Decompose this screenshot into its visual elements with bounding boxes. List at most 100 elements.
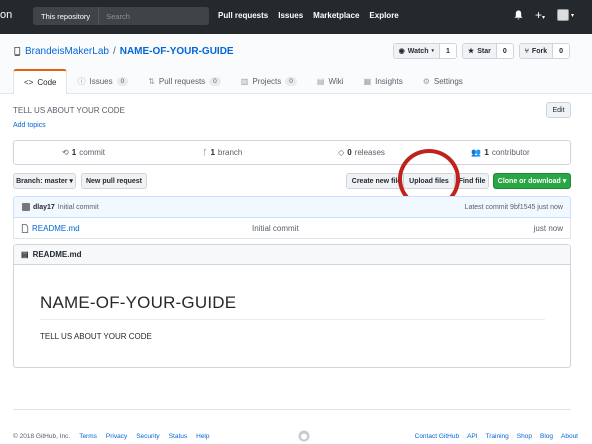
readme-heading: NAME-OF-YOUR-GUIDE — [40, 293, 237, 312]
projects-count: 0 — [285, 77, 297, 86]
user-menu[interactable]: ▾ — [556, 9, 574, 21]
repo-name-link[interactable]: NAME-OF-YOUR-GUIDE — [120, 46, 234, 57]
repo-tabs: <> Code ⓘ Issues 0 ⇅ Pull requests 0 ▥ Project… — [13, 69, 473, 94]
footer-link-about[interactable]: About — [561, 433, 578, 440]
star-count[interactable]: 0 — [495, 44, 513, 58]
tab-pull-requests[interactable]: ⇅ Pull requests 0 — [138, 69, 231, 94]
footer-link-shop[interactable]: Shop — [517, 433, 532, 440]
nav-pull-requests[interactable]: Pull requests — [218, 11, 268, 20]
readme-title: README.md — [32, 250, 82, 259]
footer-link-terms[interactable]: Terms — [79, 433, 97, 440]
repo-description: TELL US ABOUT YOUR CODE — [13, 106, 125, 115]
repo-icon — [14, 47, 21, 56]
footer-divider — [13, 409, 571, 410]
create-new-icon[interactable]: +▾ — [535, 9, 545, 21]
footer-link-blog[interactable]: Blog — [540, 433, 553, 440]
footer-link-status[interactable]: Status — [169, 433, 187, 440]
code-icon: <> — [24, 78, 34, 87]
global-header: on This repository Pull requests Issues … — [0, 0, 592, 34]
clone-download-button[interactable]: Clone or download ▾ — [493, 173, 571, 189]
header-actions: +▾ ▾ — [514, 9, 574, 21]
fork-count[interactable]: 0 — [552, 44, 569, 58]
tab-code[interactable]: <> Code — [13, 69, 68, 94]
summary-commits[interactable]: ⟲ 1 commit — [14, 141, 153, 164]
edit-description-button[interactable]: Edit — [546, 102, 571, 118]
history-icon: ⟲ — [62, 148, 69, 157]
nav-marketplace[interactable]: Marketplace — [313, 11, 359, 20]
nav-issues[interactable]: Issues — [278, 11, 303, 20]
pr-icon: ⇅ — [148, 77, 155, 86]
gear-icon: ⚙ — [422, 77, 430, 86]
search-input[interactable] — [99, 11, 200, 21]
search-scope: This repository — [33, 7, 100, 25]
tag-icon: ◇ — [338, 148, 345, 157]
file-navigation: Branch: master ▾ New pull request Create… — [13, 173, 571, 189]
new-pull-request-button[interactable]: New pull request — [81, 173, 147, 189]
watch-count[interactable]: 1 — [439, 44, 456, 58]
people-icon: 👥 — [471, 148, 482, 157]
readme-header: ▤ README.md — [14, 245, 570, 265]
nav-explore[interactable]: Explore — [369, 11, 398, 20]
tab-settings[interactable]: ⚙ Settings — [413, 69, 473, 94]
footer-link-training[interactable]: Training — [486, 433, 509, 440]
readme-body: TELL US ABOUT YOUR CODE — [40, 332, 152, 341]
github-octocat-icon[interactable] — [298, 430, 310, 442]
readme-divider — [40, 319, 545, 320]
repo-separator: / — [112, 46, 116, 57]
eye-icon: ◉ — [398, 48, 405, 55]
file-name-link[interactable]: README.md — [32, 224, 80, 233]
avatar — [556, 9, 569, 21]
repo-header: BrandeisMakerLab / NAME-OF-YOUR-GUIDE ◉ W… — [0, 34, 592, 94]
committer-name[interactable]: dlay17 — [33, 204, 55, 211]
star-button[interactable]: ★ Star — [462, 44, 496, 58]
latest-commit-info[interactable]: Latest commit 9bf1545 just now — [465, 204, 563, 211]
watch-button[interactable]: ◉ Watch ▾ — [393, 44, 439, 58]
numbers-summary: ⟲ 1 commit ᚴ 1 branch ◇ 0 releases 👥 1 contribut… — [13, 140, 571, 165]
branch-select-button[interactable]: Branch: master ▾ — [13, 173, 76, 189]
repo-title: BrandeisMakerLab / NAME-OF-YOUR-GUIDE — [13, 46, 234, 57]
table-row: README.md Initial commit just now — [13, 218, 571, 239]
commit-message[interactable]: Initial commit — [58, 204, 99, 211]
book-icon: ▤ — [21, 250, 29, 259]
footer-left: © 2018 GitHub, Inc. Terms Privacy Securi… — [13, 433, 210, 440]
repo-owner-link[interactable]: BrandeisMakerLab — [25, 46, 109, 57]
github-logo[interactable]: on — [0, 9, 12, 21]
footer-link-privacy[interactable]: Privacy — [106, 433, 127, 440]
footer-link-security[interactable]: Security — [136, 433, 159, 440]
latest-commit-bar: dlay17 Initial commit Latest commit 9bf1… — [13, 196, 571, 218]
project-icon: ▥ — [240, 77, 249, 86]
star-icon: ★ — [467, 48, 475, 55]
footer-link-help[interactable]: Help — [196, 433, 209, 440]
tab-projects[interactable]: ▥ Projects 0 — [231, 69, 307, 94]
search-box[interactable]: This repository — [33, 7, 209, 25]
issue-icon: ⓘ — [77, 77, 86, 86]
tab-insights[interactable]: ▦ Insights — [354, 69, 413, 94]
watch-group: ◉ Watch ▾ 1 — [392, 43, 457, 59]
pr-count: 0 — [209, 77, 221, 86]
bell-icon[interactable] — [514, 10, 523, 20]
fork-icon: ⑂ — [524, 47, 529, 55]
footer-link-contact[interactable]: Contact GitHub — [415, 433, 459, 440]
file-age: just now — [533, 223, 563, 233]
book-icon: ▤ — [316, 77, 325, 86]
tab-wiki[interactable]: ▤ Wiki — [307, 69, 354, 94]
summary-branches[interactable]: ᚴ 1 branch — [153, 141, 292, 164]
fork-button[interactable]: ⑂ Fork — [519, 44, 553, 58]
star-group: ★ Star 0 — [461, 43, 514, 59]
repo-actions: ◉ Watch ▾ 1 ★ Star 0 ⑂ Fork 0 — [392, 43, 570, 59]
issues-count: 0 — [116, 77, 129, 86]
graph-icon: ▦ — [363, 77, 372, 86]
header-nav: Pull requests Issues Marketplace Explore — [218, 11, 399, 20]
fork-group: ⑂ Fork 0 — [518, 43, 570, 59]
footer-copyright: © 2018 GitHub, Inc. — [13, 433, 71, 440]
footer-link-api[interactable]: API — [467, 433, 477, 440]
file-commit-message[interactable]: Initial commit — [252, 224, 299, 233]
branch-icon: ᚴ — [202, 148, 208, 157]
readme-box: ▤ README.md NAME-OF-YOUR-GUIDE TELL US A… — [13, 244, 571, 368]
committer-avatar — [22, 203, 30, 211]
file-icon — [21, 223, 29, 233]
add-topics-link[interactable]: Add topics — [13, 122, 46, 129]
find-file-button[interactable]: Find file — [455, 173, 489, 189]
tab-issues[interactable]: ⓘ Issues 0 — [67, 69, 138, 94]
footer-right: Contact GitHub API Training Shop Blog Ab… — [415, 433, 578, 440]
